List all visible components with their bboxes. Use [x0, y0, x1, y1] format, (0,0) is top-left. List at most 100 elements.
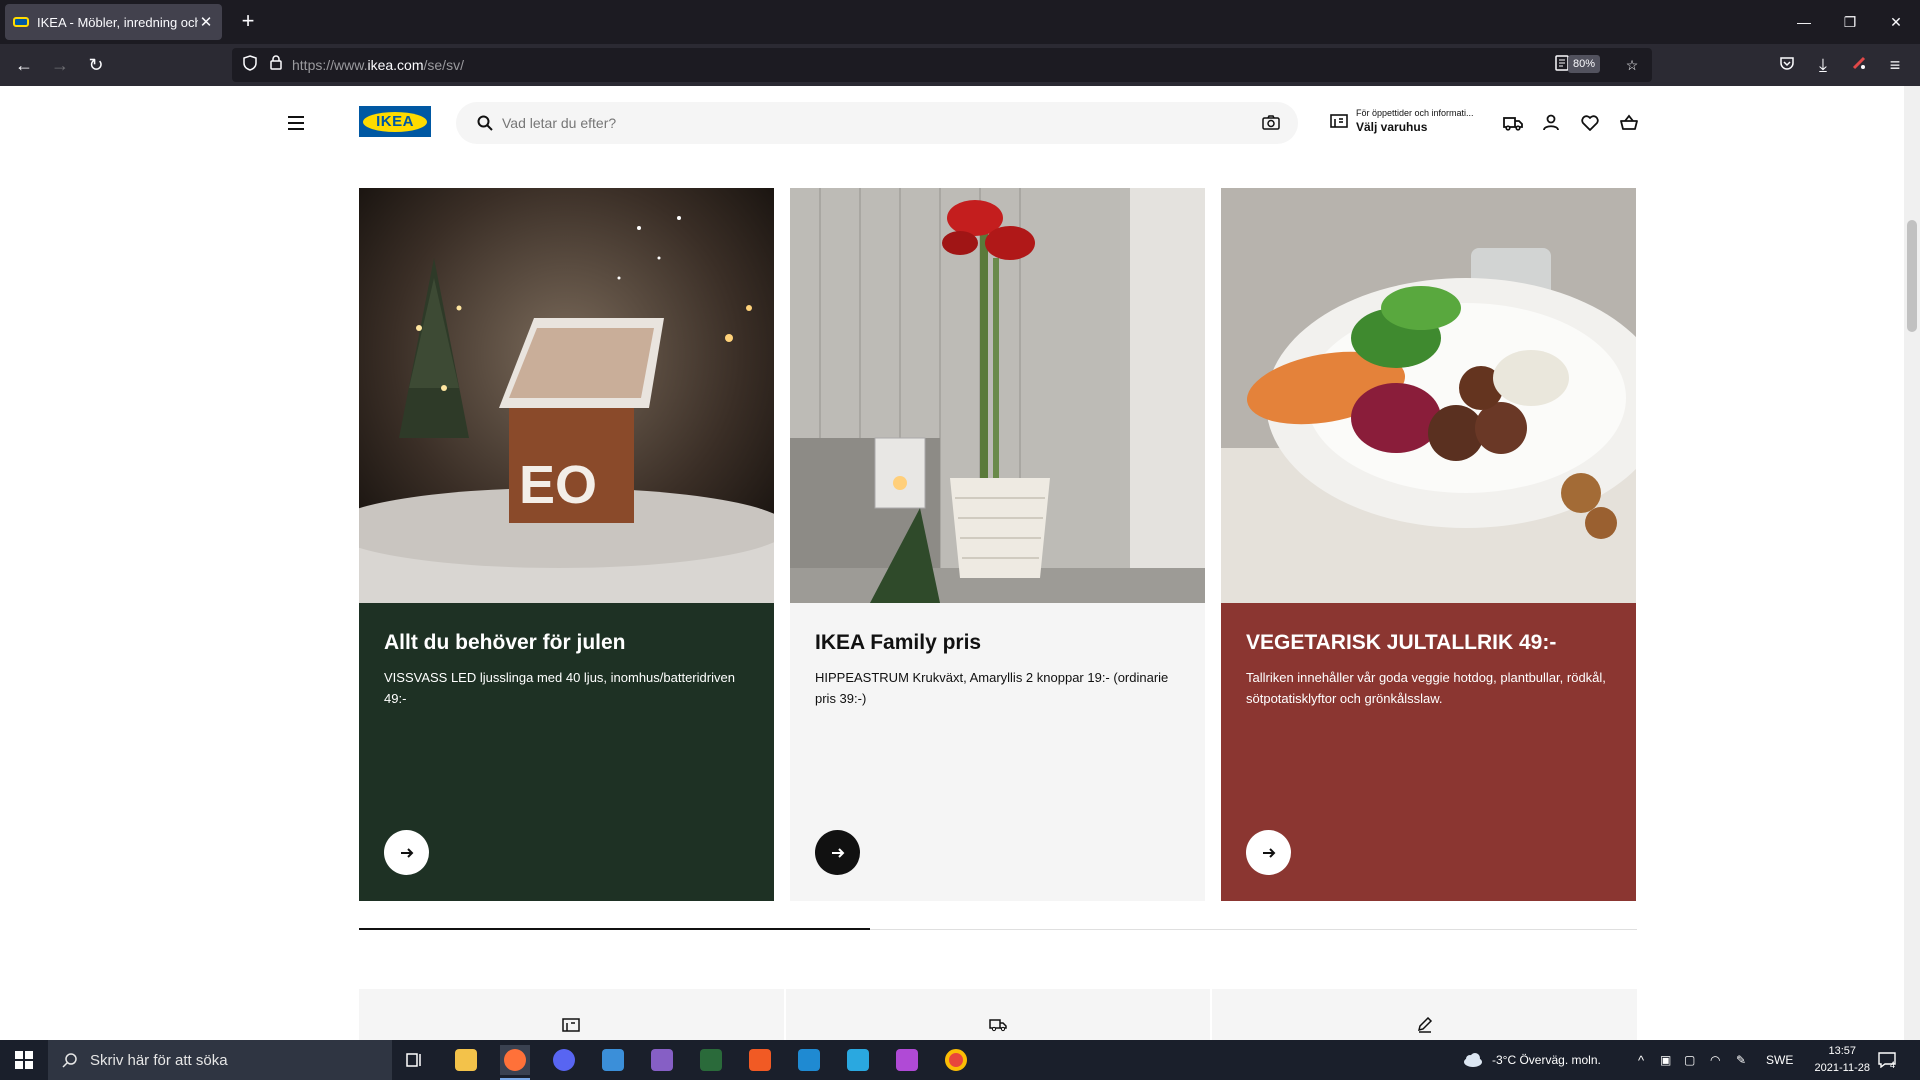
app-orange-icon[interactable] [745, 1045, 775, 1075]
weather-widget[interactable]: -3°C Överväg. moln. [1462, 1040, 1601, 1080]
choose-store-button[interactable]: För öppettider och informati... Välj var… [1330, 104, 1474, 138]
arrow-right-icon [831, 847, 844, 858]
tray-app-icon[interactable]: ▣ [1660, 1040, 1671, 1080]
discord-icon[interactable] [549, 1045, 579, 1075]
scrollbar-thumb[interactable] [1907, 220, 1917, 332]
cloud-icon [1464, 1053, 1482, 1067]
card-text: VISSVASS LED ljusslinga med 40 ljus, ino… [384, 670, 735, 706]
weather-text: -3°C Överväg. moln. [1492, 1053, 1601, 1067]
page-scrollbar[interactable] [1904, 86, 1920, 1040]
card-body: Allt du behöver för julen VISSVASS LED l… [359, 603, 774, 901]
ikea-logo[interactable]: IKEA [359, 106, 431, 137]
card-text: Tallriken innehåller vår goda veggie hot… [1246, 670, 1606, 706]
tab-title: IKEA - Möbler, inredning och inspiration [37, 14, 198, 30]
store-icon [562, 1018, 581, 1032]
carousel-progress-bar[interactable] [359, 928, 870, 930]
ikea-favicon-icon [13, 17, 29, 27]
ikea-page: IKEA För öppettider och informati... Väl… [0, 86, 1920, 1040]
card-body: IKEA Family pris HIPPEASTRUM Krukväxt, A… [790, 603, 1205, 901]
chrome-icon[interactable] [941, 1045, 971, 1075]
promo-card-christmas[interactable]: EO Allt du behöver för julen VISSVASS LE… [359, 188, 774, 901]
new-tab-button[interactable]: + [236, 10, 260, 34]
gingerbread-house-image: EO [359, 188, 774, 603]
delivery-truck-icon [989, 1019, 1007, 1032]
amaryllis-plant-image [790, 188, 1205, 603]
minimize-button[interactable]: — [1792, 10, 1816, 34]
camera-icon[interactable] [1262, 114, 1280, 132]
downloads-icon[interactable]: ⤓ [1811, 53, 1835, 77]
store-info-text: För öppettider och informati... [1356, 108, 1474, 118]
bookmark-star-icon[interactable]: ☆ [1622, 55, 1642, 75]
search-bar[interactable] [456, 102, 1298, 144]
pen-icon[interactable]: ✎ [1736, 1040, 1746, 1080]
browser-tab-bar: IKEA - Möbler, inredning och inspiration… [0, 0, 1920, 44]
arrow-right-icon [400, 847, 413, 858]
calculator-icon[interactable] [598, 1045, 628, 1075]
tray-overflow-icon[interactable]: ^ [1638, 1040, 1644, 1080]
clock[interactable]: 13:57 2021-11-28 [1815, 1043, 1870, 1077]
card-body: VEGETARISK JULTALLRIK 49:- Tallriken inn… [1221, 603, 1636, 901]
tray-device-icon[interactable]: ▢ [1684, 1040, 1695, 1080]
service-delivery[interactable] [786, 989, 1213, 1040]
extension-icon[interactable] [1847, 53, 1871, 77]
store-label: Välj varuhus [1356, 120, 1428, 134]
wifi-icon[interactable]: ◠ [1710, 1040, 1720, 1080]
promo-card-ikea-family[interactable]: IKEA Family pris HIPPEASTRUM Krukväxt, A… [790, 188, 1205, 901]
browser-nav-bar: ← → ↻ https://www.ikea.com/se/sv/ 80% ☆ … [0, 44, 1920, 86]
search-icon [62, 1053, 77, 1068]
svg-text:EO: EO [519, 455, 597, 515]
affinity-designer-icon[interactable] [843, 1045, 873, 1075]
url-text[interactable]: https://www.ikea.com/se/sv/ [292, 57, 464, 73]
search-icon [477, 115, 493, 131]
file-explorer-icon[interactable] [451, 1045, 481, 1075]
shield-icon[interactable] [240, 55, 260, 75]
vscode-icon[interactable] [794, 1045, 824, 1075]
app-menu-icon[interactable]: ≡ [1883, 53, 1907, 77]
reload-icon[interactable]: ↻ [84, 53, 108, 77]
logo-text: IKEA [363, 111, 427, 132]
forward-arrow-icon[interactable]: → [48, 53, 72, 77]
user-account-icon[interactable] [1540, 112, 1562, 134]
notification-count: 4 [1890, 1060, 1896, 1070]
close-window-button[interactable]: ✕ [1884, 10, 1908, 34]
promo-card-vegetarian-plate[interactable]: VEGETARISK JULTALLRIK 49:- Tallriken inn… [1221, 188, 1636, 901]
service-planning[interactable] [1212, 989, 1637, 1040]
card-arrow-button[interactable] [815, 830, 860, 875]
favorites-heart-icon[interactable] [1579, 112, 1601, 134]
visual-studio-icon[interactable] [647, 1045, 677, 1075]
store-icon [1330, 114, 1348, 128]
pocket-icon[interactable] [1775, 53, 1799, 77]
card-title[interactable]: VEGETARISK JULTALLRIK 49:- [1246, 631, 1611, 655]
card-arrow-button[interactable] [1246, 830, 1291, 875]
browser-tab[interactable]: IKEA - Möbler, inredning och inspiration… [5, 4, 222, 40]
windows-start-icon[interactable] [0, 1040, 48, 1080]
card-arrow-button[interactable] [384, 830, 429, 875]
hamburger-menu-icon[interactable] [288, 116, 304, 130]
windows-taskbar: Skriv här för att söka -3°C Överväg. mol… [0, 1040, 1920, 1080]
shopping-bag-icon[interactable] [1618, 112, 1640, 134]
search-input[interactable] [502, 102, 1202, 144]
back-arrow-icon[interactable]: ← [12, 53, 36, 77]
delivery-truck-icon[interactable] [1502, 112, 1524, 134]
taskbar-search-placeholder: Skriv här för att söka [90, 1051, 228, 1069]
clock-date: 2021-11-28 [1814, 1062, 1870, 1074]
service-store[interactable] [359, 989, 786, 1040]
notification-center-icon[interactable]: 4 [1878, 1040, 1896, 1080]
task-view-icon[interactable] [400, 1045, 430, 1075]
language-indicator[interactable]: SWE [1766, 1040, 1793, 1080]
card-title[interactable]: Allt du behöver för julen [384, 631, 749, 655]
affinity-photo-icon[interactable] [892, 1045, 922, 1075]
firefox-icon[interactable] [500, 1045, 530, 1080]
close-tab-icon[interactable]: ✕ [198, 13, 214, 31]
zoom-level-badge[interactable]: 80% [1567, 55, 1600, 73]
taskbar-search[interactable]: Skriv här för att söka [48, 1040, 392, 1080]
card-title[interactable]: IKEA Family pris [815, 631, 1180, 655]
url-bar[interactable]: https://www.ikea.com/se/sv/ 80% ☆ [232, 48, 1652, 82]
clock-time: 13:57 [1828, 1045, 1857, 1057]
restore-button[interactable]: ❐ [1838, 10, 1862, 34]
services-strip [359, 989, 1637, 1040]
vegetarian-plate-image [1221, 188, 1636, 603]
arrow-right-icon [1262, 847, 1275, 858]
lock-icon[interactable] [266, 55, 286, 75]
terminal-app-icon[interactable] [696, 1045, 726, 1075]
